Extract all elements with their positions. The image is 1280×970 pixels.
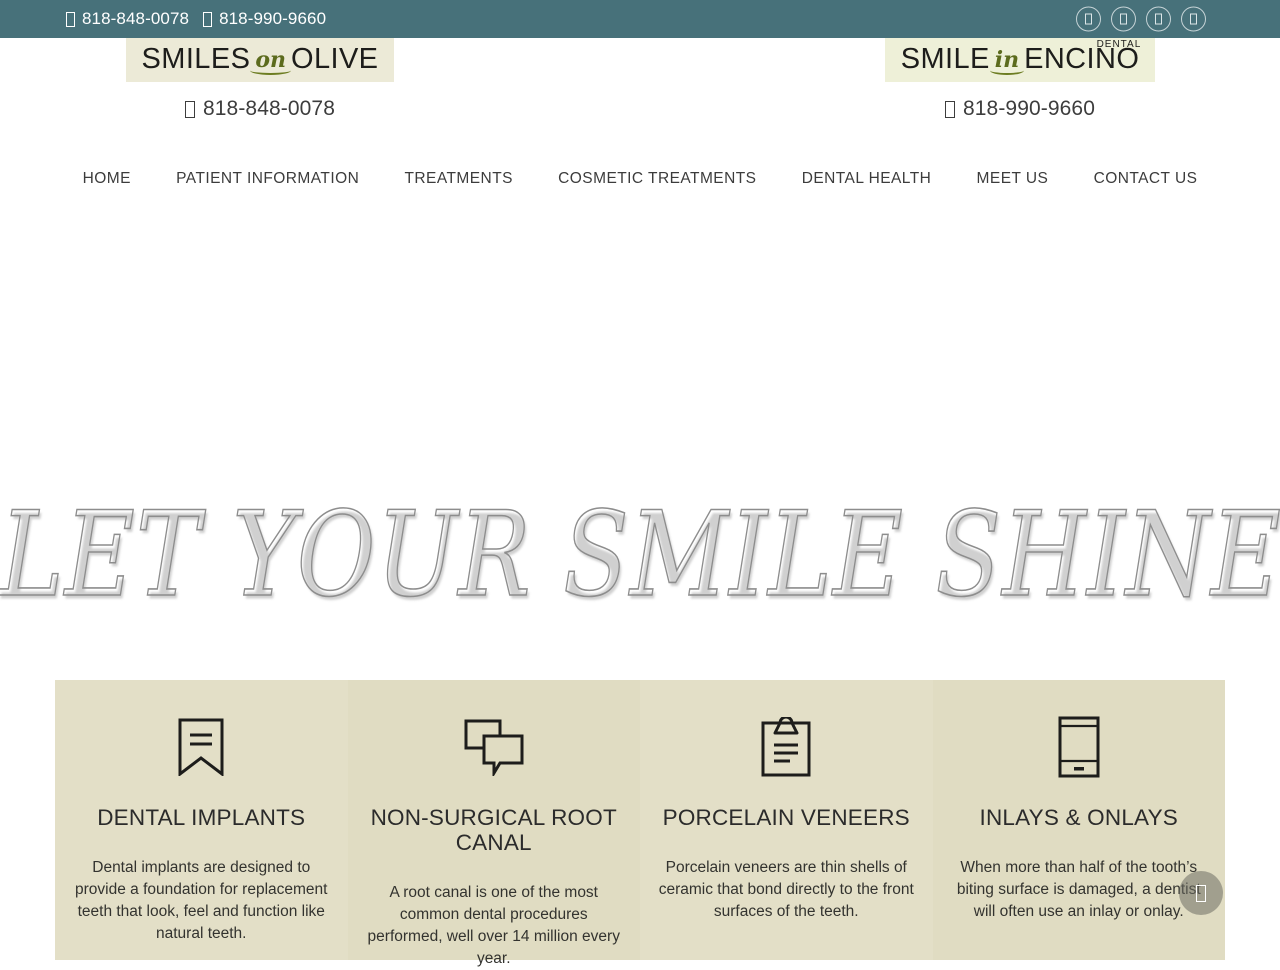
service-card-title: INLAYS & ONLAYS [951, 806, 1208, 831]
phone-icon [185, 101, 195, 118]
top-bar-phone-1-number: 818-848-0078 [82, 9, 189, 29]
logo-smile-in-encino[interactable]: DENTAL SMILEinENCINO [885, 38, 1156, 82]
service-card-description: When more than half of the tooth’s bitin… [951, 857, 1208, 923]
hero-title: LET YOUR SMILE SHINE! [0, 496, 1280, 613]
brand-left-phone-number: 818-848-0078 [203, 97, 335, 121]
accessibility-icon [1196, 885, 1206, 902]
top-bar: 818-848-0078 818-990-9660 [0, 0, 1280, 38]
social-links [1076, 7, 1206, 32]
brand-smile-in-encino: DENTAL SMILEinENCINO 818-990-9660 [815, 38, 1225, 123]
nav-item-home[interactable]: HOME [60, 170, 154, 188]
brand-right-phone[interactable]: 818-990-9660 [945, 97, 1095, 121]
logo-right-superscript: DENTAL [1097, 40, 1142, 50]
social-link-facebook[interactable] [1076, 7, 1101, 32]
brand-smiles-on-olive: SMILESonOLIVE 818-848-0078 [55, 38, 465, 123]
chat-bubbles-icon [366, 710, 623, 784]
twitter-icon [1120, 14, 1127, 25]
service-card-title: NON-SURGICAL ROOT CANAL [366, 806, 623, 856]
service-card-description: A root canal is one of the most common d… [366, 882, 623, 970]
service-card-porcelain-veneers[interactable]: PORCELAIN VENEERS Porcelain veneers are … [640, 680, 933, 960]
service-card-title: DENTAL IMPLANTS [73, 806, 330, 831]
service-card-non-surgical-root-canal[interactable]: NON-SURGICAL ROOT CANAL A root canal is … [348, 680, 641, 960]
service-cards: DENTAL IMPLANTS Dental implants are desi… [55, 680, 1225, 960]
top-bar-phone-list: 818-848-0078 818-990-9660 [66, 9, 326, 29]
service-card-inlays-and-onlays[interactable]: INLAYS & ONLAYS When more than half of t… [933, 680, 1226, 960]
brand-left-phone[interactable]: 818-848-0078 [185, 97, 335, 121]
top-bar-phone-2[interactable]: 818-990-9660 [203, 9, 326, 29]
logo-left-word1: SMILES [142, 43, 251, 75]
top-bar-phone-2-number: 818-990-9660 [219, 9, 326, 29]
mobile-phone-icon [951, 710, 1208, 784]
nav-item-dental-health[interactable]: DENTAL HEALTH [779, 170, 954, 188]
logo-right-word1: SMILE [901, 43, 990, 75]
phone-icon [203, 12, 212, 27]
accessibility-fab-button[interactable] [1179, 871, 1223, 915]
google-plus-icon [1155, 14, 1162, 25]
nav-item-contact-us[interactable]: CONTACT US [1071, 170, 1220, 188]
top-bar-phone-1[interactable]: 818-848-0078 [66, 9, 189, 29]
phone-icon [945, 101, 955, 118]
social-link-yelp[interactable] [1181, 7, 1206, 32]
service-card-dental-implants[interactable]: DENTAL IMPLANTS Dental implants are desi… [55, 680, 348, 960]
service-card-title: PORCELAIN VENEERS [658, 806, 915, 831]
bookmark-icon [73, 710, 330, 784]
logo-smiles-on-olive[interactable]: SMILESonOLIVE [126, 38, 395, 82]
service-card-description: Dental implants are designed to provide … [73, 857, 330, 945]
facebook-icon [1085, 14, 1092, 25]
nav-item-patient-information[interactable]: PATIENT INFORMATION [154, 170, 382, 188]
phone-icon [66, 12, 75, 27]
brand-right-phone-number: 818-990-9660 [963, 97, 1095, 121]
logo-right-script: in [990, 47, 1024, 73]
nav-item-meet-us[interactable]: MEET US [954, 170, 1071, 188]
yelp-icon [1190, 14, 1197, 25]
logo-left-word2: OLIVE [291, 43, 378, 75]
service-card-description: Porcelain veneers are thin shells of cer… [658, 857, 915, 923]
main-navigation: HOME PATIENT INFORMATION TREATMENTS COSM… [0, 150, 1280, 208]
hero-section: LET YOUR SMILE SHINE! [0, 208, 1280, 680]
social-link-google-plus[interactable] [1146, 7, 1171, 32]
nav-item-cosmetic-treatments[interactable]: COSMETIC TREATMENTS [536, 170, 780, 188]
clipboard-icon [658, 710, 915, 784]
brand-header: SMILESonOLIVE 818-848-0078 DENTAL SMILEi… [0, 38, 1280, 150]
logo-left-script: on [250, 47, 291, 73]
social-link-twitter[interactable] [1111, 7, 1136, 32]
nav-item-treatments[interactable]: TREATMENTS [382, 170, 536, 188]
